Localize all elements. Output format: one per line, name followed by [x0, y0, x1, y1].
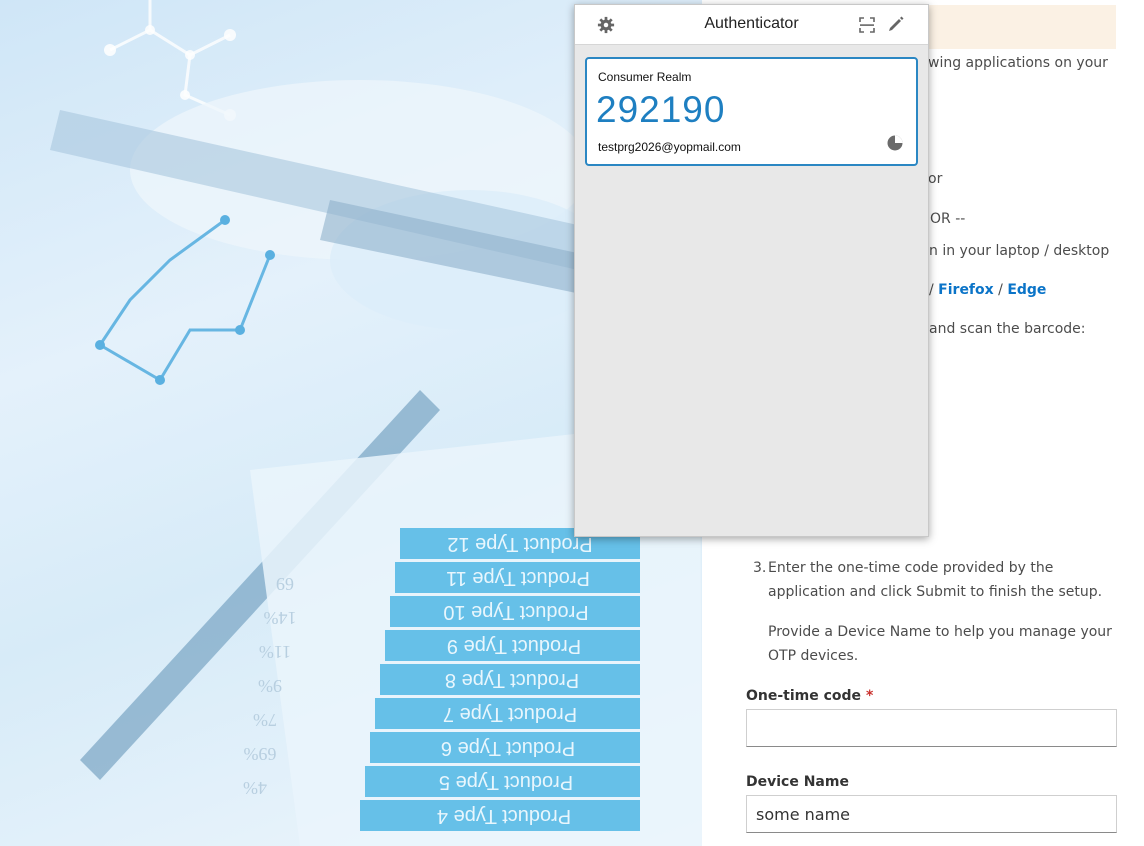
issuer-name: Consumer Realm [598, 70, 692, 84]
account-email: testprg2026@yopmail.com [598, 140, 741, 154]
percent-label: 69 [276, 574, 294, 594]
percent-label: 69% [244, 744, 277, 764]
product-label: Product Type 10 [443, 601, 588, 623]
device-name-input[interactable] [746, 795, 1117, 833]
popup-title: Authenticator [704, 15, 799, 32]
one-time-code-input[interactable] [746, 709, 1117, 747]
popup-header: Authenticator [575, 5, 928, 45]
device-name-label: Device Name [746, 774, 849, 790]
product-label: Product Type 11 [446, 567, 590, 589]
instruction-line-3: OR -- [930, 211, 966, 227]
otp-label-text: One-time code [746, 688, 862, 704]
step-number: 3. [753, 560, 767, 576]
product-label: Product Type 5 [439, 771, 573, 793]
instruction-line-2: or [928, 171, 943, 187]
edge-link[interactable]: Edge [1007, 282, 1046, 298]
percent-label: 9% [258, 676, 282, 696]
browser-links: / Firefox / Edge [929, 282, 1046, 298]
scan-qr-icon[interactable] [859, 17, 875, 33]
percent-label: 7% [253, 710, 277, 730]
timer-icon [887, 135, 903, 151]
product-label: Product Type 12 [447, 533, 592, 555]
step-3-text: Enter the one-time code provided by the … [768, 560, 1103, 600]
product-label: Product Type 7 [443, 703, 577, 725]
product-label: Product Type 8 [445, 669, 579, 691]
required-mark: * [865, 688, 874, 704]
otp-entry-card[interactable]: Consumer Realm 292190 testprg2026@yopmai… [585, 57, 918, 166]
otp-label: One-time code * [746, 688, 873, 704]
percent-label: 14% [264, 608, 297, 628]
firefox-link[interactable]: Firefox [938, 282, 994, 298]
instruction-line-5: and scan the barcode: [929, 321, 1086, 337]
percent-label: 4% [243, 778, 267, 798]
product-label: Product Type 9 [447, 635, 581, 657]
percent-label: 11% [259, 642, 291, 662]
authenticator-popup: Authenticator Consumer Realm 292190 test… [574, 4, 929, 537]
product-label: Product Type 6 [441, 737, 575, 759]
product-label: Product Type 4 [437, 805, 571, 827]
instruction-line-1: wing applications on your [928, 55, 1108, 71]
instruction-line-4: n in your laptop / desktop [929, 243, 1110, 259]
pencil-icon[interactable] [887, 15, 905, 33]
browser-separator: / [929, 282, 934, 298]
browser-separator: / [998, 282, 1003, 298]
device-name-hint: Provide a Device Name to help you manage… [768, 624, 1112, 664]
otp-code[interactable]: 292190 [596, 89, 725, 131]
